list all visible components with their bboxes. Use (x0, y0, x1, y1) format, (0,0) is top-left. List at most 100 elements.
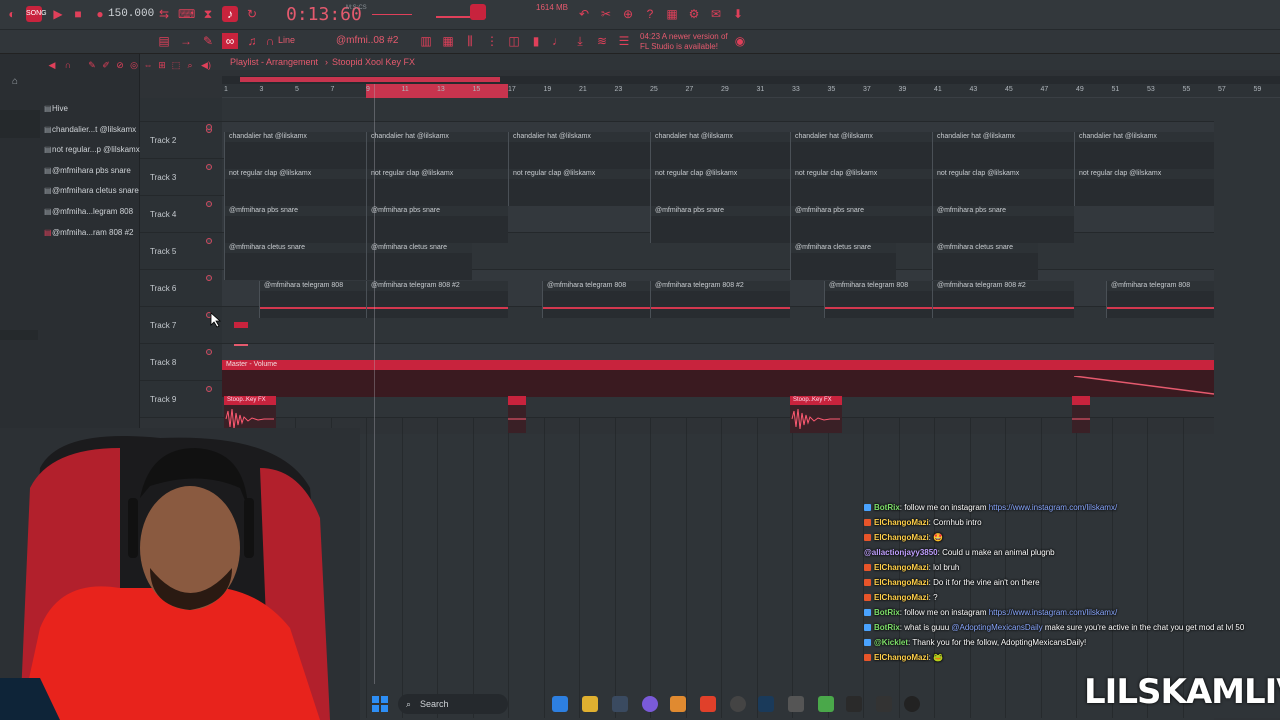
zoom-icon[interactable]: ⌕ (182, 57, 198, 73)
track-header[interactable]: Track 9 (140, 381, 222, 418)
plugin-picker-icon[interactable]: ⚙ (686, 6, 702, 22)
track-mute-dot[interactable] (206, 201, 212, 207)
countdown-icon[interactable]: ⧗ (200, 6, 216, 22)
tempo-display[interactable]: 150.000 (108, 6, 154, 22)
arrow-right-icon[interactable]: → (178, 33, 194, 49)
pattern-clip[interactable]: not regular clap @lilskamx (366, 169, 508, 206)
logo-icon[interactable]: ◐ (4, 6, 20, 22)
audio-clip[interactable]: Stoop..Key FX (790, 396, 842, 433)
taskbar-search[interactable]: ⌕ Search (398, 694, 508, 714)
stop-icon[interactable]: ■ (70, 6, 86, 22)
track-mute-dot[interactable] (206, 349, 212, 355)
arrow-icon[interactable]: ◀ (44, 57, 60, 73)
pencil-icon[interactable]: ✎ (200, 33, 216, 49)
store-icon[interactable] (612, 696, 628, 712)
pattern-clip[interactable]: not regular clap @lilskamx (224, 169, 366, 206)
pattern-clip[interactable]: @mfmihara telegram 808 (1106, 281, 1214, 318)
track-lane[interactable] (222, 98, 1214, 122)
track-header[interactable]: Track 3 (140, 159, 222, 196)
pattern-clip[interactable]: @mfmihara pbs snare (790, 206, 932, 243)
loop-record-icon[interactable]: ↻ (244, 6, 260, 22)
pattern-clip[interactable]: @mfmihara pbs snare (650, 206, 790, 243)
track-header[interactable]: Track 4 (140, 196, 222, 233)
step-seq-icon[interactable]: ▦ (440, 33, 456, 49)
pattern-clip[interactable]: @mfmihara pbs snare (366, 206, 508, 243)
pattern-clip[interactable]: @mfmihara telegram 808 #2 (650, 281, 790, 318)
track-mute-dot[interactable] (206, 164, 212, 170)
pattern-clip[interactable]: not regular clap @lilskamx (650, 169, 792, 206)
steam-icon[interactable] (758, 696, 774, 712)
file-explorer-icon[interactable] (582, 696, 598, 712)
list-icon[interactable]: ☰ (616, 33, 632, 49)
snap-mode-label[interactable]: Line (278, 35, 295, 45)
pattern-clip[interactable]: chandalier hat @lilskamx (790, 132, 932, 169)
fl-studio-taskbar-icon[interactable] (670, 696, 686, 712)
track-mute-dot[interactable] (206, 275, 212, 281)
pattern-clip[interactable]: not regular clap @lilskamx (508, 169, 650, 206)
playhead[interactable] (374, 84, 375, 684)
render-icon[interactable]: ⤓ (572, 33, 588, 49)
copilot-icon[interactable] (552, 696, 568, 712)
tempo-icon[interactable]: ♩ (550, 33, 566, 49)
help-icon[interactable]: ? (642, 6, 658, 22)
windows-start-icon[interactable] (372, 696, 390, 712)
magnet-icon[interactable]: ∩ (60, 57, 76, 73)
browser-item[interactable]: ▤Hive (44, 100, 140, 118)
mixer-view-icon[interactable]: ⫼ (462, 33, 478, 49)
automation-curve[interactable] (1074, 376, 1214, 396)
track-mute-dot[interactable] (206, 124, 212, 130)
browser-item[interactable]: ▤@mfmiha...legram 808 (44, 203, 140, 221)
eq-icon[interactable]: ⋮ (484, 33, 500, 49)
browser-item[interactable]: ▤@mfmiha...ram 808 #2 (44, 224, 140, 242)
undo-icon[interactable]: ↶ (576, 6, 592, 22)
piano-roll-icon[interactable]: ▥ (418, 33, 434, 49)
pattern-clip[interactable]: @mfmihara telegram 808 (824, 281, 932, 318)
playlist-view-icon[interactable]: ▤ (156, 33, 172, 49)
browser-item[interactable]: ▤@mfmihara cletus snare (44, 182, 140, 200)
pattern-clip[interactable]: not regular clap @lilskamx (932, 169, 1074, 206)
pattern-clip[interactable]: chandalier hat @lilskamx (224, 132, 366, 169)
app-icon[interactable] (846, 696, 862, 712)
pattern-clip[interactable]: @mfmihara cletus snare (790, 243, 896, 280)
pattern-clip[interactable]: @mfmihara telegram 808 (259, 281, 366, 318)
pattern-clip[interactable]: chandalier hat @lilskamx (508, 132, 650, 169)
cut-icon[interactable]: ✂ (598, 6, 614, 22)
obs-icon[interactable] (730, 696, 746, 712)
record-icon[interactable]: ● (92, 6, 108, 22)
track-header[interactable] (140, 98, 222, 130)
track-mute-dot[interactable] (206, 386, 212, 392)
discord-icon[interactable] (642, 696, 658, 712)
snap-icon[interactable]: ⇆ (156, 6, 172, 22)
download-icon[interactable]: ⬇ (730, 6, 746, 22)
track-header[interactable]: Track 6 (140, 270, 222, 307)
folder-icon[interactable]: ⌂ (12, 76, 18, 87)
track-header[interactable]: Track 5 (140, 233, 222, 270)
pattern-clip[interactable]: chandalier hat @lilskamx (932, 132, 1074, 169)
pattern-clip[interactable]: @mfmihara cletus snare (932, 243, 1038, 280)
song-mode-button[interactable]: SONG (26, 6, 47, 22)
audio-clip[interactable] (1072, 396, 1090, 433)
magnet-icon[interactable]: ∩ (262, 33, 278, 49)
loop-region[interactable] (240, 77, 500, 82)
metronome-icon[interactable]: ♪ (222, 6, 238, 22)
current-pattern-label[interactable]: Stoopid Xool Key FX (332, 57, 415, 67)
pattern-clip[interactable]: @mfmihara pbs snare (932, 206, 1074, 243)
piano-icon[interactable]: ♫ (244, 33, 260, 49)
play-icon[interactable]: ▶ (50, 6, 66, 22)
browser-scroll[interactable] (0, 330, 38, 340)
pattern-selector[interactable]: @mfmi..08 #2 (336, 34, 408, 48)
media-player-icon[interactable] (904, 696, 920, 712)
pattern-clip[interactable]: @mfmihara cletus snare (366, 243, 472, 280)
browser-item[interactable]: ▤@mfmihara pbs snare (44, 162, 140, 180)
browser-nav-selected[interactable] (0, 110, 40, 138)
pattern-clip[interactable]: @mfmihara telegram 808 (542, 281, 650, 318)
wave-icon[interactable]: ≋ (594, 33, 610, 49)
pattern-clip[interactable]: @mfmihara telegram 808 #2 (366, 281, 508, 318)
pattern-clip[interactable]: chandalier hat @lilskamx (366, 132, 508, 169)
browser-toggle-icon[interactable]: ◫ (506, 33, 522, 49)
browser-item[interactable]: ▤not regular...p @lilskamx (44, 141, 140, 159)
pattern-clip[interactable]: @mfmihara cletus snare (224, 243, 366, 280)
mixer-icon[interactable]: ⊕ (620, 6, 636, 22)
typing-keyboard-icon[interactable]: ⌨ (178, 6, 195, 22)
track-mute-dot[interactable] (206, 238, 212, 244)
